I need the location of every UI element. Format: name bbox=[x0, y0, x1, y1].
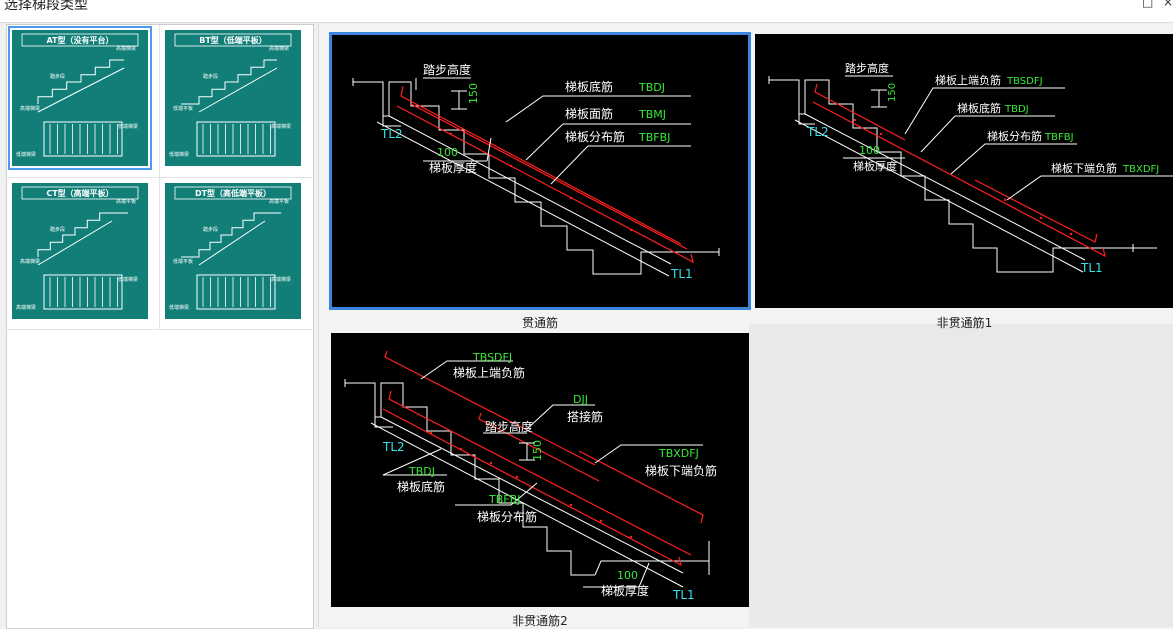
dist-bar-label: 梯板分布筋 bbox=[477, 509, 537, 524]
dim-150: 150 bbox=[467, 83, 480, 104]
option-through-bar[interactable]: TL2 TL1 踏步高度 150 100 梯板厚度 梯板底筋 TBDJ 梯板面筋… bbox=[329, 32, 751, 310]
non-through-bar-2-diagram: TL2 TL1 踏步高度 150 100 梯板厚度 TBSDFJ 梯板上端负筋 … bbox=[344, 350, 717, 602]
bt-type-diagram: BT型（低端平板）高端梯梁踏步段低端平板高端梯梁低端梯梁 bbox=[165, 30, 301, 166]
stair-type-bt[interactable]: BT型（低端平板） 高端梯梁 踏步段 低端平板 高端梯梁 低端梯梁 bbox=[161, 26, 305, 170]
rebar-option-panel: TL2 TL1 踏步高度 150 100 梯板厚度 梯板底筋 TBDJ 梯板面筋… bbox=[318, 24, 1173, 628]
caption-through-bar: 贯通筋 bbox=[521, 316, 558, 330]
upper-neg-bar-code: TBSDFJ bbox=[1006, 76, 1043, 87]
bt-label-1: 高端梯梁 bbox=[269, 45, 289, 52]
upper-neg-bar-label: 梯板上端负筋 bbox=[935, 73, 1001, 87]
title-bar: 选择梯段类型 □ × bbox=[0, 0, 1173, 23]
bt-label-5: 低端梯梁 bbox=[169, 151, 189, 158]
bottom-bar-code: TBDJ bbox=[1004, 104, 1029, 115]
thickness-label: 梯板厚度 bbox=[601, 583, 649, 598]
ct-label-3: 高端梯梁 bbox=[20, 258, 40, 265]
ct-title: CT型（高端平板） bbox=[46, 188, 113, 198]
at-label-5: 低端梯梁 bbox=[16, 151, 36, 158]
lower-neg-bar-label: 梯板下端负筋 bbox=[1051, 161, 1117, 175]
thickness-label: 梯板厚度 bbox=[429, 160, 477, 175]
tl1-label: TL1 bbox=[672, 588, 695, 602]
step-height-label: 踏步高度 bbox=[423, 62, 471, 77]
dim-100: 100 bbox=[859, 144, 880, 157]
option-non-through-bar-2[interactable]: TL2 TL1 踏步高度 150 100 梯板厚度 TBSDFJ 梯板上端负筋 … bbox=[331, 333, 749, 607]
dist-bar-label: 梯板分布筋 bbox=[987, 129, 1042, 143]
step-height-label: 踏步高度 bbox=[485, 419, 533, 434]
bt-label-4: 高端梯梁 bbox=[271, 123, 291, 130]
lower-neg-bar-label: 梯板下端负筋 bbox=[645, 463, 717, 478]
tl1-label: TL1 bbox=[1080, 261, 1103, 275]
ct-label-2: 踏步段 bbox=[50, 226, 65, 233]
ct-label-4: 低端梯梁 bbox=[118, 276, 138, 283]
maximize-button[interactable]: □ bbox=[1142, 0, 1153, 9]
stair-type-dt[interactable]: DT型（高低端平板） 高端平板踏步段低端平板高端梯梁低端梯梁 bbox=[161, 179, 305, 323]
tl2-label: TL2 bbox=[380, 127, 403, 141]
dim-100: 100 bbox=[617, 569, 638, 582]
grid-divider-h bbox=[7, 177, 313, 178]
stair-type-at[interactable]: AT型（没有平台） 高端梯梁 踏步段 高端梯梁 低端梯梁 低端梯梁 bbox=[8, 26, 152, 170]
caption-non-through-bar-2: 非贯通筋2 bbox=[512, 614, 568, 628]
dist-bar-label: 梯板分布筋 bbox=[565, 129, 625, 144]
top-bar-label: 梯板面筋 bbox=[565, 106, 613, 121]
non-through-bar-1-diagram: TL2 TL1 踏步高度 150 100 梯板厚度 梯板上端负筋 TBSDFJ … bbox=[768, 61, 1173, 275]
tl2-label: TL2 bbox=[382, 440, 405, 454]
bottom-bar-label: 梯板底筋 bbox=[565, 79, 613, 94]
upper-neg-bar-label: 梯板上端负筋 bbox=[453, 365, 525, 380]
dim-150: 150 bbox=[531, 440, 544, 461]
step-height-label: 踏步高度 bbox=[845, 61, 889, 75]
thickness-label: 梯板厚度 bbox=[853, 159, 897, 173]
stair-type-ct[interactable]: CT型（高端平板） 高端平板 踏步段 高端梯梁 低端梯梁 高端梯梁 bbox=[8, 179, 152, 323]
through-bar-diagram: TL2 TL1 踏步高度 150 100 梯板厚度 梯板底筋 TBDJ 梯板面筋… bbox=[352, 62, 720, 281]
bt-title: BT型（低端平板） bbox=[199, 35, 267, 45]
stair-type-panel: AT型（没有平台） 高端梯梁 踏步段 高端梯梁 低端梯梁 低端梯梁 BT型（低端平板） 高端… bbox=[6, 24, 314, 629]
dt-label-3: 低端平板 bbox=[173, 258, 193, 265]
dt-title: DT型（高低端平板） bbox=[195, 188, 271, 198]
lower-neg-bar-code: TBXDFJ bbox=[1122, 164, 1159, 175]
at-label-3: 高端梯梁 bbox=[20, 105, 40, 112]
caption-non-through-bar-1: 非贯通筋1 bbox=[936, 316, 993, 330]
dist-bar-code: TBFBJ bbox=[638, 131, 670, 144]
lower-neg-bar-code: TBXDFJ bbox=[658, 447, 699, 460]
dt-label-2: 踏步段 bbox=[203, 226, 218, 233]
bottom-bar-code: TBDJ bbox=[638, 81, 665, 94]
grid-divider-bottom bbox=[7, 329, 313, 330]
dt-label-5: 低端梯梁 bbox=[169, 304, 189, 311]
bottom-bar-label: 梯板底筋 bbox=[397, 479, 445, 494]
window-title: 选择梯段类型 bbox=[4, 0, 88, 13]
dist-bar-code: TBFBJ bbox=[488, 493, 520, 506]
dt-label-1: 高端平板 bbox=[269, 198, 289, 205]
bottom-bar-code: TBDJ bbox=[408, 465, 435, 478]
at-label-1: 高端梯梁 bbox=[116, 45, 136, 52]
ct-type-diagram: CT型（高端平板）高端平板踏步段高端梯梁低端梯梁高端梯梁 bbox=[12, 183, 148, 319]
close-button[interactable]: × bbox=[1163, 0, 1173, 9]
ct-label-5: 高端梯梁 bbox=[16, 304, 36, 311]
at-type-diagram: AT型（没有平台）高端梯梁踏步段高端梯梁低端梯梁低端梯梁 bbox=[12, 30, 148, 166]
upper-neg-bar-code: TBSDFJ bbox=[472, 351, 512, 364]
dt-label-4: 高端梯梁 bbox=[271, 276, 291, 283]
tl1-label: TL1 bbox=[670, 267, 693, 281]
bt-label-2: 踏步段 bbox=[203, 73, 218, 80]
dist-bar-code: TBFBJ bbox=[1044, 132, 1074, 143]
at-title: AT型（没有平台） bbox=[46, 35, 113, 45]
option-non-through-bar-1[interactable]: TL2 TL1 踏步高度 150 100 梯板厚度 梯板上端负筋 TBSDFJ … bbox=[755, 34, 1173, 308]
bottom-bar-label: 梯板底筋 bbox=[957, 101, 1001, 115]
ct-label-1: 高端平板 bbox=[116, 198, 136, 205]
top-bar-code: TBMJ bbox=[638, 108, 666, 121]
dt-type-diagram: DT型（高低端平板）高端平板踏步段低端平板高端梯梁低端梯梁 bbox=[165, 183, 301, 319]
bt-label-3: 低端平板 bbox=[173, 105, 193, 112]
at-label-4: 低端梯梁 bbox=[118, 123, 138, 130]
tl2-label: TL2 bbox=[806, 125, 829, 139]
lap-bar-label: 搭接筋 bbox=[567, 409, 603, 424]
dim-150: 150 bbox=[887, 83, 898, 102]
at-label-2: 踏步段 bbox=[50, 73, 65, 80]
dim-100: 100 bbox=[437, 146, 458, 159]
lap-bar-code: DJJ bbox=[573, 393, 588, 406]
